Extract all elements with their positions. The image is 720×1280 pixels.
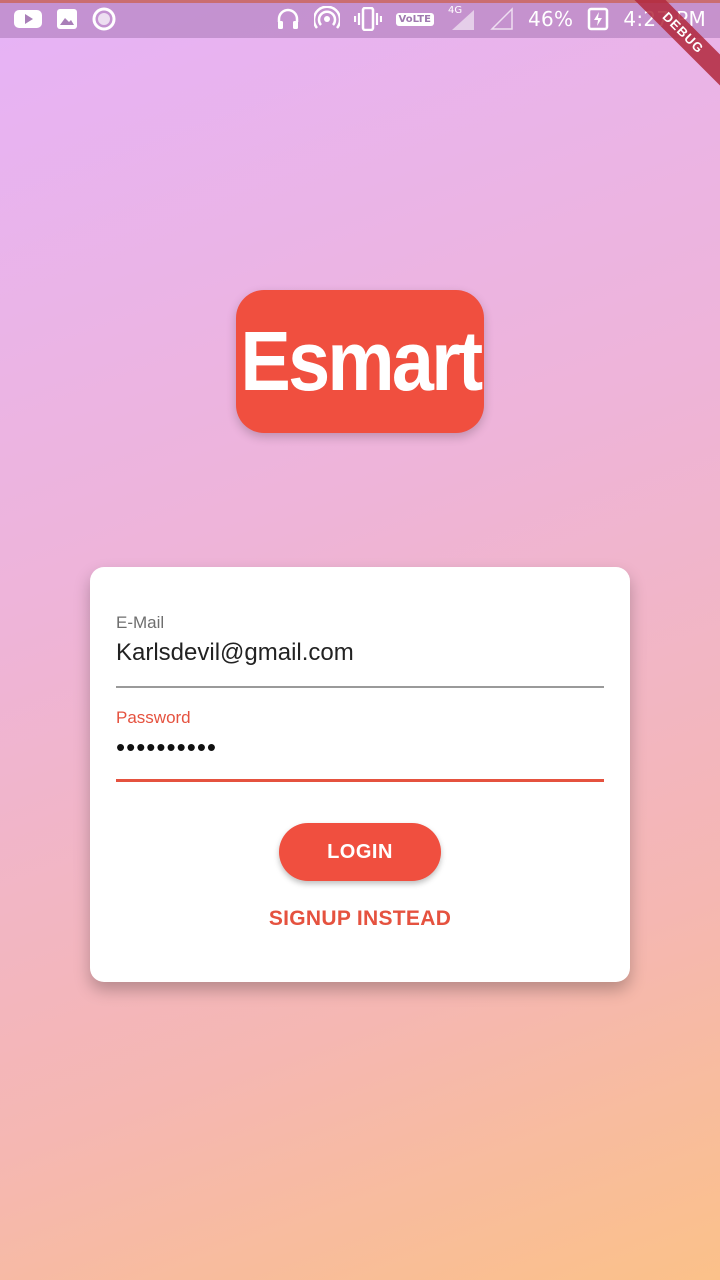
password-underline: [116, 779, 604, 782]
signup-instead-button[interactable]: SIGNUP INSTEAD: [250, 901, 470, 937]
email-field[interactable]: E-Mail Karlsdevil@gmail.com: [116, 613, 604, 688]
password-label: Password: [116, 708, 191, 727]
auth-card: E-Mail Karlsdevil@gmail.com Password •••…: [90, 567, 630, 982]
email-input[interactable]: Karlsdevil@gmail.com: [116, 639, 604, 667]
network-type-label: 4G: [447, 5, 463, 16]
battery-percent: 46%: [527, 7, 574, 31]
headphones-icon: [276, 7, 300, 31]
app-logo: Esmart: [236, 290, 484, 433]
status-bar-left: [14, 7, 116, 31]
login-button[interactable]: LOGIN: [279, 823, 441, 881]
signal-4g-icon: 4G: [447, 5, 476, 31]
hotspot-icon: [313, 6, 340, 32]
password-input[interactable]: ••••••••••: [116, 734, 604, 760]
email-label: E-Mail: [116, 613, 165, 632]
volte-icon: VoLTE: [395, 12, 434, 26]
youtube-icon: [14, 8, 42, 30]
logo-text: Esmart: [239, 314, 483, 408]
gallery-icon: [56, 8, 78, 30]
password-field[interactable]: Password ••••••••••: [116, 708, 604, 783]
email-underline: [116, 686, 604, 688]
vibrate-icon: [353, 7, 382, 31]
circle-app-icon: [92, 7, 116, 31]
signal-empty-icon: [490, 7, 514, 31]
battery-charging-icon: [587, 7, 609, 31]
status-bar: VoLTE 4G 46% 4:27 PM: [0, 0, 720, 38]
clock-time: 4:27 PM: [623, 7, 706, 31]
status-bar-right: VoLTE 4G 46% 4:27 PM: [276, 5, 706, 32]
